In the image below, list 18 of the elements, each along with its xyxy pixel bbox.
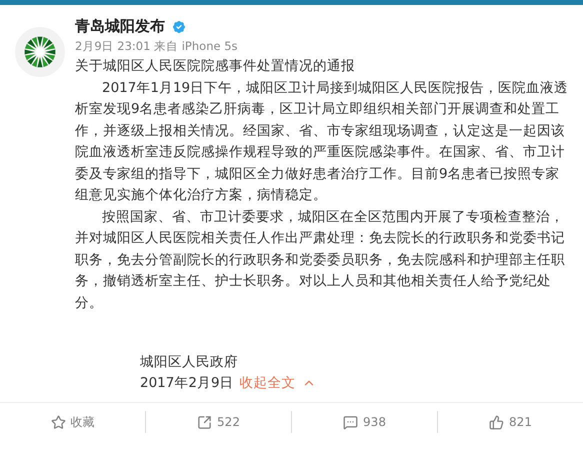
signature: 城阳区人民政府 xyxy=(140,353,239,372)
comment-button[interactable]: 938 xyxy=(291,411,437,433)
comment-icon xyxy=(343,414,358,430)
author-name[interactable]: 青岛城阳发布 xyxy=(75,17,165,36)
favorite-button[interactable]: 收藏 xyxy=(0,411,145,433)
post-date: 2017年2月9日 xyxy=(140,374,234,392)
post-meta: 2月9日 23:01 来自 iPhone 5s xyxy=(75,39,239,54)
share-button[interactable]: 522 xyxy=(145,411,291,433)
star-icon xyxy=(50,414,66,430)
paragraph: 2017年1月19日下午，城阳区卫计局接到城阳区人民医院报告，医院血液透析室发现9名患者感染乙肝病毒，区卫计局立即组织相关部门开展调查和处置工作，并逐级上报相关情况。经国家、省、市专家组现场调查，认定这是一起因该院血液透析室违反院感操作规程导致的严重医院感染事件。在国家、省、市卫计委及专家组的指导下，城阳区全力做好患者治疗工作。目前9名患者已按照专家组意见实施个体化治疗方案，病情稳定。 xyxy=(75,78,570,205)
like-button[interactable]: 821 xyxy=(437,411,583,433)
post-title: 关于城阳区人民医院院感事件处置情况的通报 xyxy=(75,57,356,76)
thumbs-up-icon xyxy=(489,414,504,430)
logo-icon xyxy=(23,35,57,69)
collapse-link[interactable]: 收起全文 xyxy=(240,374,316,392)
avatar[interactable] xyxy=(15,27,65,77)
paragraph: 按照国家、省、市卫计委要求，城阳区在全区范围内开展了专项检查整治，并对城阳区人民医院相关责任人作出严肃处理：免去院长的行政职务和党委书记职务，免去分管副院长的行政职务和党委委员职务，免去院感科和护理部主任职务，撤销透析室主任、护士长职务。对以上人员和其他相关责任人给予党纪处分。 xyxy=(75,208,566,312)
share-icon xyxy=(197,414,212,430)
